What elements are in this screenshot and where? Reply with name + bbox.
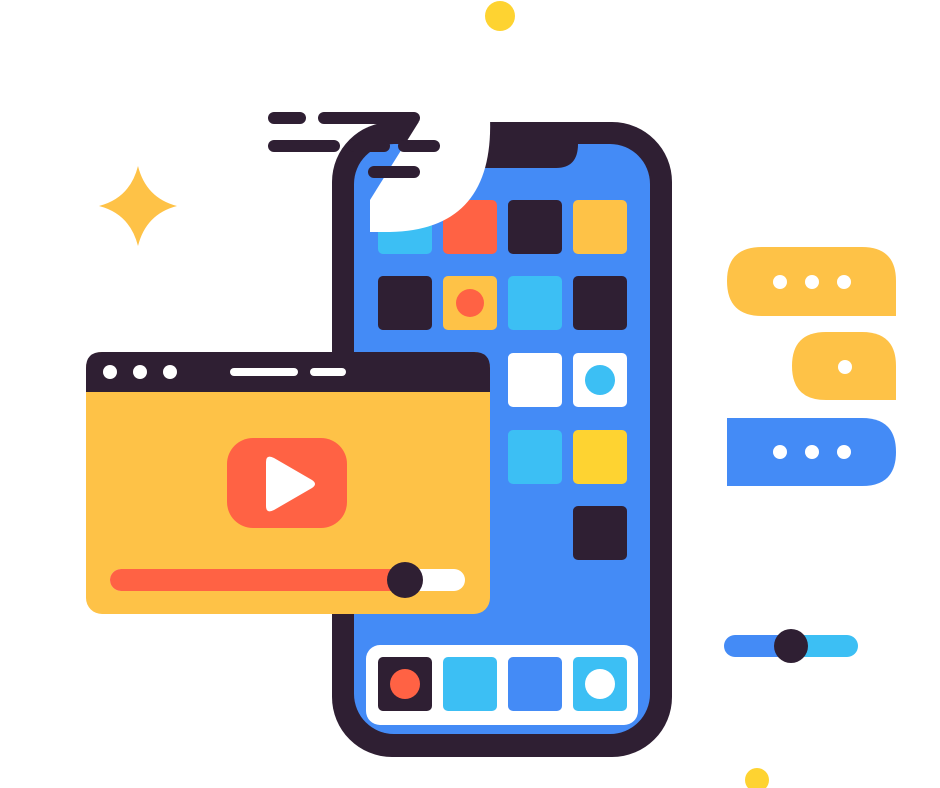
typing-dot [773, 275, 787, 289]
dock-app-icon[interactable] [443, 657, 497, 711]
app-icon[interactable] [573, 276, 627, 330]
text-line [348, 140, 390, 152]
chat-bubbles [727, 247, 896, 486]
sparkle-icon [99, 166, 177, 246]
typing-dot [773, 445, 787, 459]
app-dock [366, 645, 638, 725]
window-control-dot[interactable] [133, 365, 147, 379]
text-line [318, 112, 420, 124]
progress-knob[interactable] [387, 562, 423, 598]
chat-bubble-yellow [727, 247, 896, 316]
text-line [398, 140, 440, 152]
mobile-media-illustration [86, 1, 896, 788]
text-line [368, 166, 420, 178]
app-icon[interactable] [378, 276, 432, 330]
typing-dot [837, 445, 851, 459]
app-icon[interactable] [573, 506, 627, 560]
video-player-window [86, 352, 490, 614]
app-icon[interactable] [508, 430, 562, 484]
typing-dot [805, 445, 819, 459]
app-icon[interactable] [508, 353, 562, 407]
titlebar-line [310, 368, 346, 376]
dock-app-dot [585, 669, 615, 699]
app-icon[interactable] [573, 430, 627, 484]
typing-dot [805, 275, 819, 289]
chat-bubble-blue [727, 418, 896, 486]
app-icon[interactable] [508, 276, 562, 330]
decor-dot-top [485, 1, 515, 31]
app-icon[interactable] [508, 200, 562, 254]
app-icon-dot [585, 365, 615, 395]
progress-fill [110, 569, 405, 591]
app-icon-dot [456, 289, 484, 317]
app-icon[interactable] [573, 200, 627, 254]
slider[interactable] [724, 629, 858, 663]
window-control-dot[interactable] [103, 365, 117, 379]
titlebar-line [230, 368, 298, 376]
dock-app-icon[interactable] [508, 657, 562, 711]
window-control-dot[interactable] [163, 365, 177, 379]
decor-dot-bottom [745, 768, 769, 788]
typing-dot [837, 275, 851, 289]
slider-knob[interactable] [774, 629, 808, 663]
text-line [268, 112, 306, 124]
dock-app-dot [390, 669, 420, 699]
chat-bubble-yellow-small [792, 332, 896, 400]
play-button[interactable] [227, 438, 347, 528]
text-line [268, 140, 340, 152]
typing-dot [838, 360, 852, 374]
